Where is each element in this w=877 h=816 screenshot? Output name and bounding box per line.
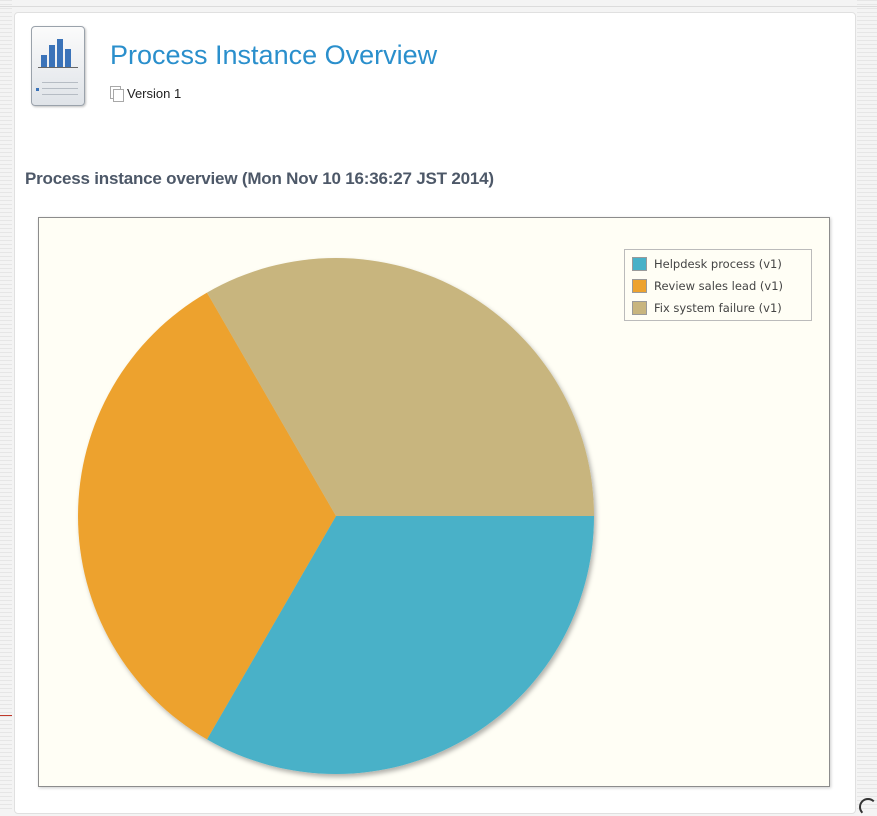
chart-legend: Helpdesk process (v1) Review sales lead (… [624,249,812,321]
document-pages-icon [110,86,124,102]
legend-label: Helpdesk process (v1) [654,257,782,271]
legend-item-2[interactable]: Review sales lead (v1) [625,275,811,297]
legend-swatch [632,301,647,315]
legend-item-1[interactable]: Helpdesk process (v1) [625,253,811,275]
version-text: Version 1 [127,86,182,101]
page-title[interactable]: Process Instance Overview [110,40,437,71]
legend-label: Review sales lead (v1) [654,279,784,293]
pie-chart-container: Helpdesk process (v1) Review sales lead (… [38,217,830,787]
legend-swatch [632,279,647,293]
chart-subtitle: Process instance overview (Mon Nov 10 16… [25,169,494,188]
report-chart-icon [31,26,85,106]
red-marker-line [0,715,12,716]
legend-item-3[interactable]: Fix system failure (v1) [625,297,811,319]
top-divider [0,6,877,7]
legend-swatch [632,257,647,271]
legend-label: Fix system failure (v1) [654,301,782,315]
loading-spinner-icon [859,798,877,816]
right-ruler-stripe [857,0,877,810]
left-ruler-stripe [0,0,12,810]
version-label: Version 1 [110,86,182,102]
